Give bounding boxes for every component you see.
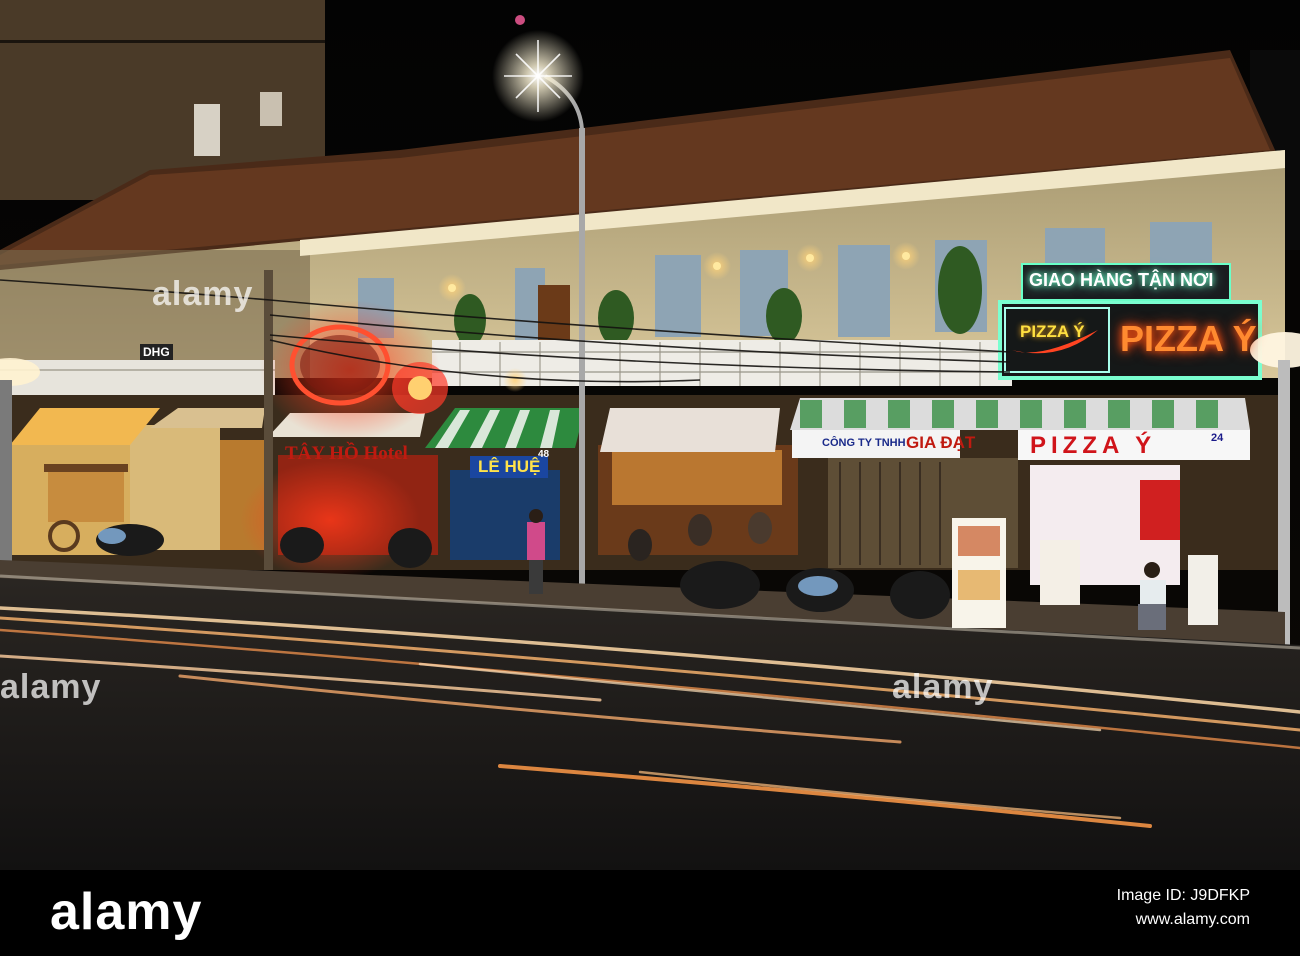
le-hue-sign: LÊ HUỆ [470, 456, 549, 478]
pizza-neon-small: PIZZA Ý [1020, 322, 1085, 341]
menu-board-right [1040, 540, 1080, 605]
watermark-center: alamy [152, 275, 254, 313]
tay-ho-hotel-sign: TÂY HỒ Hotel [285, 443, 408, 464]
pizza-neon-big: PIZZA Ý [1120, 318, 1257, 359]
cong-ty-sign: CÔNG TY TNHH [822, 437, 906, 449]
awning-center [600, 408, 780, 452]
image-id: Image ID: J9DFKP [1116, 887, 1250, 904]
dhg-sign: DHG [140, 344, 173, 360]
sugarcane-sign [1188, 555, 1218, 625]
gia-dat-sign: GIA ĐẠT [906, 433, 976, 452]
footer-bar: alamy Image ID: J9DFKP www.alamy.com [0, 870, 1300, 956]
image-meta: Image ID: J9DFKP www.alamy.com [1117, 884, 1250, 932]
photo: GIAO HÀNG TẬN NƠI PIZZA Ý PIZZA Ý PIZZA … [0, 0, 1300, 870]
number-24-sign: 24 [1211, 432, 1224, 444]
alamy-logo: alamy [50, 883, 203, 941]
delivery-neon-sign: GIAO HÀNG TẬN NƠI [1029, 270, 1214, 290]
number-48-sign: 48 [538, 449, 550, 460]
site-url: www.alamy.com [1135, 911, 1250, 928]
balcony-left [0, 360, 275, 398]
watermark-left: alamy [0, 668, 102, 706]
street-cart [48, 470, 124, 522]
pizza-awning-text: PIZZA Ý [1030, 432, 1157, 459]
watermark-right: alamy [892, 668, 994, 706]
